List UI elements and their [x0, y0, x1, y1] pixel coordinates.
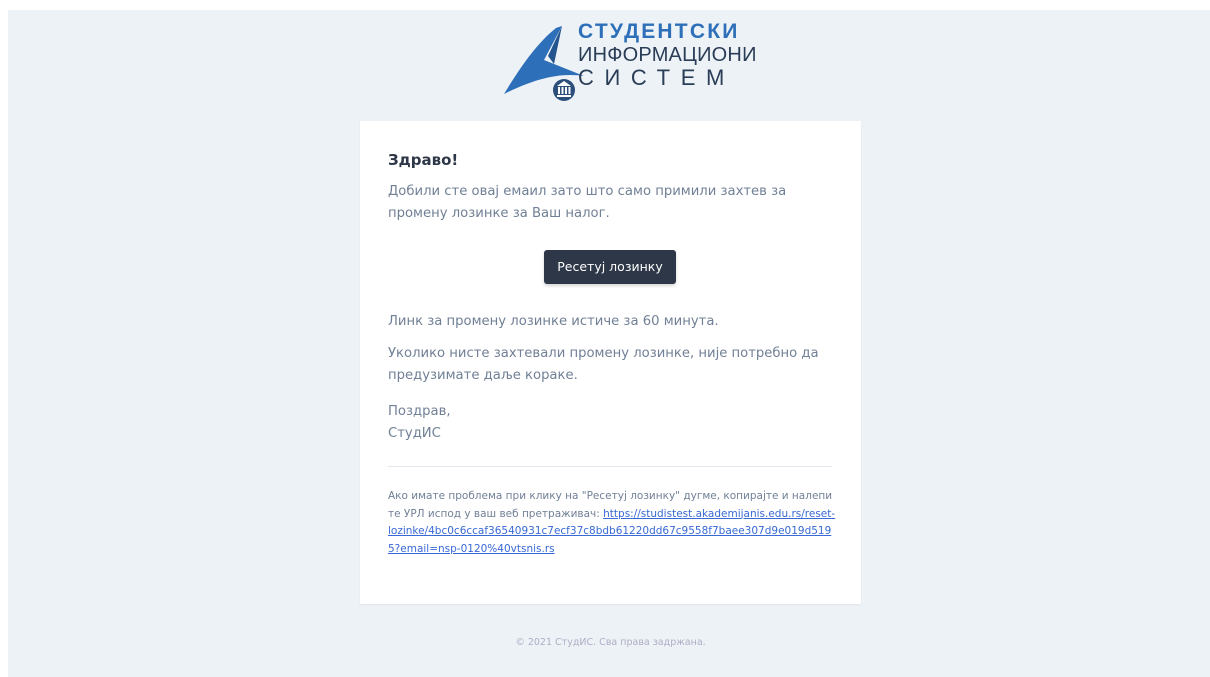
email-expiry-note: Линк за промену лозинке истиче за 60 мин… [388, 314, 719, 329]
email-intro: Добили сте овај емаил зато што само прим… [388, 184, 787, 221]
email-divider [388, 466, 832, 467]
reset-password-button[interactable]: Ресетуј лозинку [544, 250, 676, 284]
email-subcopy: Ако имате проблема при клику на "Ресетуј… [388, 488, 836, 558]
logo-line-3: СИСТЕМ [578, 65, 735, 90]
email-signature: СтудИС [388, 426, 441, 441]
logo-wordmark: СТУДЕНТСКИ ИНФОРМАЦИОНИ СИСТЕМ [578, 21, 757, 89]
email-footer: © 2021 СтудИС. Сва права задржана. [515, 637, 706, 648]
email-greeting: Здраво! [388, 151, 459, 169]
email-ignore-note: Уколико нисте захтевали промену лозинке,… [388, 346, 819, 383]
logo-line-1: СТУДЕНТСКИ [578, 20, 740, 43]
email-salutation: Поздрав, [388, 404, 451, 419]
logo-line-2: ИНФОРМАЦИОНИ [578, 44, 757, 66]
email-card: Здраво! Добили сте овај емаил зато што с… [360, 121, 861, 604]
